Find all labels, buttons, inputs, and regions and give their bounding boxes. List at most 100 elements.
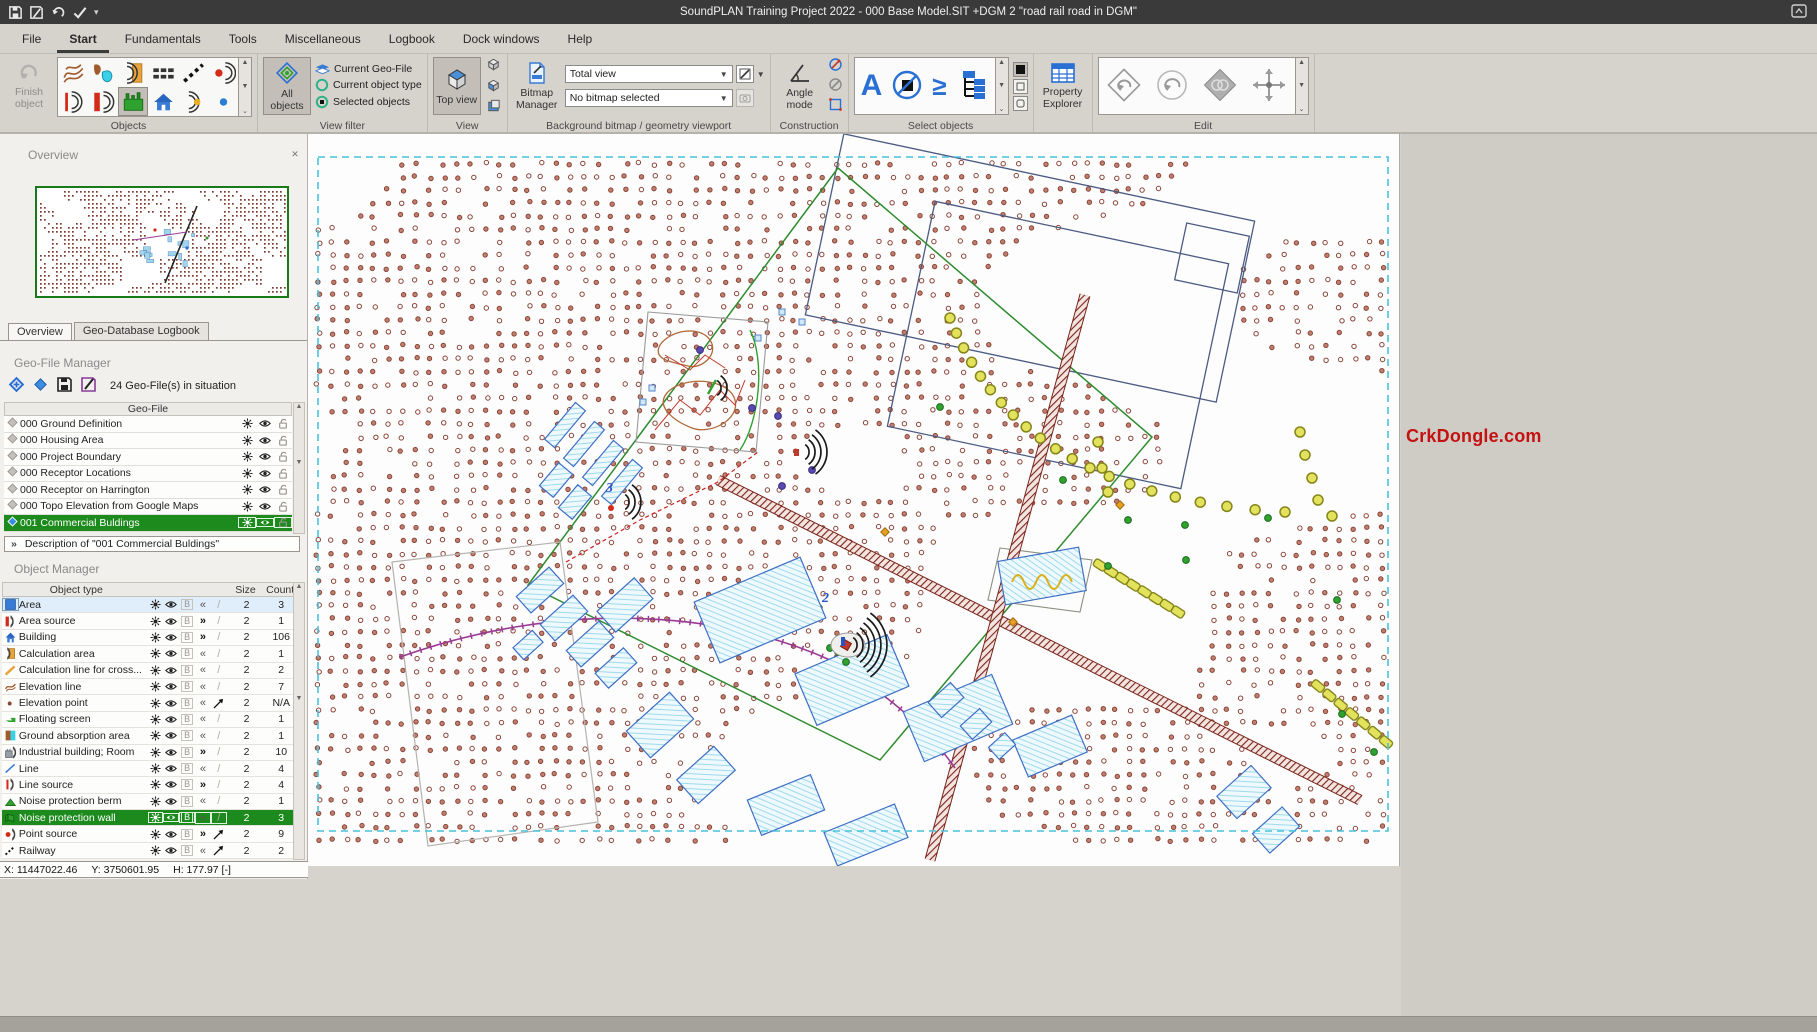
object-chevron-toggle[interactable]: « — [195, 845, 211, 857]
object-eye-toggle[interactable] — [163, 731, 179, 740]
save-icon[interactable] — [8, 5, 23, 20]
view-cube-1-icon[interactable] — [485, 56, 502, 75]
object-pen-toggle[interactable]: / — [211, 599, 227, 611]
object-pen-toggle[interactable]: / — [211, 779, 227, 791]
object-type-row[interactable]: Calculation line for cross...B«/22 — [2, 663, 298, 679]
geo-file-visibility-sun-icon[interactable] — [238, 501, 256, 512]
select-invert-button[interactable] — [890, 68, 924, 105]
object-chevron-toggle[interactable]: « — [195, 795, 211, 807]
object-pen-toggle[interactable] — [211, 829, 227, 840]
edit-move-icon[interactable] — [1249, 65, 1289, 108]
object-eye-toggle[interactable] — [163, 813, 179, 822]
object-pen-toggle[interactable]: / — [211, 615, 227, 627]
geo-file-row[interactable]: 000 Housing Area — [4, 433, 292, 450]
edit-scrollbar[interactable]: ▲▼⌄ — [1296, 57, 1309, 115]
elevation-point-tool-icon[interactable] — [209, 88, 237, 115]
tab-overview[interactable]: Overview — [8, 323, 72, 341]
geo-file-visibility-sun-icon[interactable] — [238, 468, 256, 479]
geo-file-lock-icon[interactable] — [274, 468, 292, 479]
geo-file-eye-icon[interactable] — [256, 452, 274, 461]
geo-file-visibility-sun-icon[interactable] — [238, 435, 256, 446]
geo-file-row[interactable]: 000 Topo Elevation from Google Maps — [4, 499, 292, 516]
object-pen-toggle[interactable]: / — [211, 795, 227, 807]
object-type-row[interactable]: Point sourceB»29 — [2, 826, 298, 842]
geo-file-description-bar[interactable]: » Description of "001 Commercial Bulding… — [4, 536, 300, 552]
angle-mode-button[interactable]: Angle mode — [776, 57, 824, 115]
railway-tool-icon[interactable] — [179, 59, 207, 86]
bitmap-capture-button[interactable] — [736, 89, 754, 107]
column-count[interactable]: Count — [263, 584, 297, 596]
object-eye-toggle[interactable] — [163, 649, 179, 658]
apply-check-icon[interactable] — [72, 5, 88, 20]
selection-mode-filled-icon[interactable] — [1013, 62, 1028, 77]
geo-file-lock-icon[interactable] — [274, 501, 292, 512]
object-sun-toggle[interactable] — [148, 665, 164, 676]
geo-file-column-header[interactable]: Geo-File — [4, 402, 292, 416]
menu-logbook[interactable]: Logbook — [377, 27, 447, 53]
edit-merge-diamond-icon[interactable] — [1201, 66, 1239, 107]
object-chevron-toggle[interactable]: « — [195, 681, 211, 693]
geo-file-eye-icon[interactable] — [256, 485, 274, 494]
road-tool-icon[interactable] — [149, 59, 177, 86]
object-eye-toggle[interactable] — [163, 699, 179, 708]
object-chevron-toggle[interactable]: » — [195, 615, 211, 627]
object-eye-toggle[interactable] — [163, 617, 179, 626]
object-eye-toggle[interactable] — [163, 780, 179, 789]
object-chevron-toggle[interactable]: » — [195, 828, 211, 840]
object-pen-toggle[interactable] — [211, 845, 227, 856]
ground-absorption-tool-icon[interactable] — [89, 59, 117, 86]
object-eye-toggle[interactable] — [163, 633, 179, 642]
object-type-row[interactable]: Industrial building; RoomB»/210 — [2, 745, 298, 761]
line-source-tool-icon[interactable] — [179, 88, 207, 115]
object-b-toggle[interactable]: B — [179, 599, 195, 610]
geo-file-eye-icon[interactable] — [256, 502, 274, 511]
menu-dock-windows[interactable]: Dock windows — [451, 27, 552, 53]
tab-geo-database-logbook[interactable]: Geo-Database Logbook — [74, 322, 209, 340]
object-eye-toggle[interactable] — [163, 715, 179, 724]
object-eye-toggle[interactable] — [163, 666, 179, 675]
object-chevron-toggle[interactable]: « — [195, 713, 211, 725]
object-sun-toggle[interactable] — [148, 616, 164, 627]
object-chevron-toggle[interactable]: « — [195, 730, 211, 742]
save-geo-file-icon[interactable] — [56, 376, 73, 396]
geo-file-row[interactable]: 000 Ground Definition — [4, 416, 292, 433]
property-explorer-button[interactable]: Property Explorer — [1039, 57, 1087, 115]
object-pen-toggle[interactable]: / — [211, 746, 227, 758]
geo-file-row[interactable]: 000 Receptor on Harrington — [4, 482, 292, 499]
filter-current-geo-file[interactable]: Current Geo-File — [315, 63, 422, 75]
object-pen-toggle[interactable]: / — [211, 812, 227, 824]
menu-start[interactable]: Start — [57, 27, 108, 53]
column-size[interactable]: Size — [228, 584, 264, 596]
object-chevron-toggle[interactable]: « — [195, 648, 211, 660]
object-chevron-toggle[interactable]: » — [195, 746, 211, 758]
object-pen-toggle[interactable]: / — [211, 648, 227, 660]
object-eye-toggle[interactable] — [163, 600, 179, 609]
object-sun-toggle[interactable] — [148, 845, 164, 856]
object-b-toggle[interactable]: B — [179, 632, 195, 643]
geo-file-eye-icon[interactable] — [256, 436, 274, 445]
all-objects-button[interactable]: All objects — [263, 57, 311, 115]
geo-file-eye-icon[interactable] — [256, 518, 274, 527]
geo-file-visibility-sun-icon[interactable] — [238, 418, 256, 429]
object-b-toggle[interactable]: B — [179, 714, 195, 725]
object-eye-toggle[interactable] — [163, 797, 179, 806]
object-chevron-toggle[interactable]: « — [195, 697, 211, 709]
object-sun-toggle[interactable] — [148, 829, 164, 840]
object-sun-toggle[interactable] — [148, 747, 164, 758]
object-type-row[interactable]: Floating screenB«/21 — [2, 712, 298, 728]
object-chevron-toggle[interactable]: » — [195, 631, 211, 643]
object-type-row[interactable]: Line sourceB»/24 — [2, 777, 298, 793]
quick-access-caret-icon[interactable]: ▾ — [94, 7, 99, 18]
area-source-tool-icon[interactable] — [89, 88, 117, 115]
menu-fundamentals[interactable]: Fundamentals — [113, 27, 213, 53]
object-type-row[interactable]: AreaB«/23 — [2, 597, 298, 613]
select-by-condition-button[interactable]: ≥ — [932, 73, 946, 99]
filter-current-object-type[interactable]: Current object type — [315, 78, 422, 92]
object-manager-scrollbar[interactable]: ▲▼ — [293, 582, 305, 860]
bitmap-select-dropdown[interactable]: No bitmap selected▼ — [565, 89, 733, 107]
object-type-row[interactable]: LineB«/24 — [2, 761, 298, 777]
object-type-row[interactable]: Noise protection bermB«/21 — [2, 794, 298, 810]
object-manager-header[interactable]: Object type Size Count — [2, 582, 298, 597]
construction-circle-arrow-icon[interactable] — [828, 57, 843, 75]
object-sun-toggle[interactable] — [148, 730, 164, 741]
